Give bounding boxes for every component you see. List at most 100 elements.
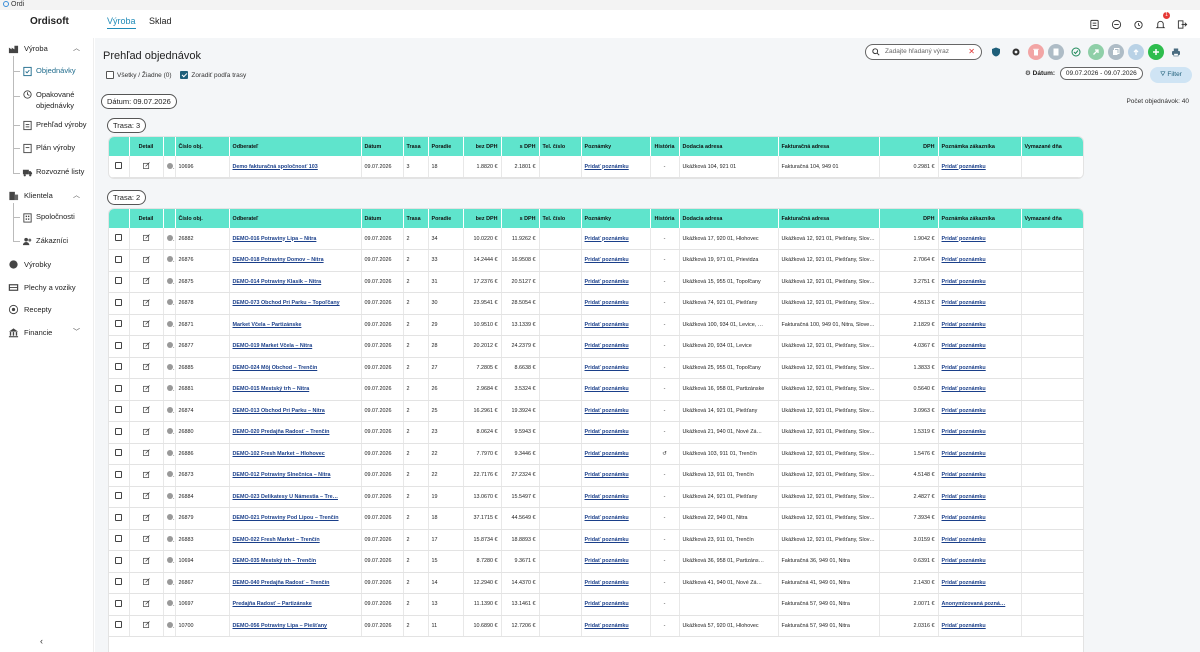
confirm-button[interactable] — [1068, 44, 1084, 60]
column-header[interactable]: Fakturačná adresa — [778, 137, 880, 156]
table-row[interactable]: 26876 DEMO-018 Potraviny Domov – Nitra 09.… — [109, 249, 1083, 272]
column-header[interactable]: Poradie — [428, 137, 464, 156]
column-header[interactable]: Dodacia adresa — [679, 209, 779, 228]
column-header[interactable]: Fakturačná adresa — [778, 209, 880, 228]
customer-link[interactable]: DEMO-035 Mestský trh – Trenčín — [233, 558, 317, 564]
notes-link[interactable]: Pridať poznámku — [585, 279, 629, 285]
table-row[interactable]: 26867 DEMO-040 Predajňa Radosť – Trenčín 0… — [109, 572, 1083, 594]
customer-note[interactable]: Pridať poznámku — [938, 443, 1022, 465]
column-header[interactable]: Poznámky — [581, 209, 651, 228]
notes-link[interactable]: Pridať poznámku — [585, 494, 629, 500]
customer-note-link[interactable]: Pridať poznámku — [942, 257, 986, 263]
notes-link[interactable]: Pridať poznámku — [585, 343, 629, 349]
detail-cell[interactable] — [129, 156, 164, 178]
detail-cell[interactable] — [129, 378, 164, 401]
row-checkbox[interactable] — [115, 406, 123, 414]
table-row[interactable]: 26877 DEMO-019 Market Včela – Nitra 09.07.… — [109, 335, 1083, 358]
detail-cell[interactable] — [129, 593, 164, 616]
notes[interactable]: Pridať poznámku — [581, 550, 651, 573]
customer[interactable]: DEMO-020 Predajňa Radosť – Trenčín — [229, 421, 362, 444]
customer-note[interactable]: Pridať poznámku — [938, 378, 1022, 401]
notes[interactable]: Pridať poznámku — [581, 314, 651, 336]
notes[interactable]: Pridať poznámku — [581, 271, 651, 293]
customer-note-link[interactable]: Pridať poznámku — [942, 429, 986, 435]
customer[interactable]: DEMO-040 Predajňa Radosť – Trenčín — [229, 572, 362, 594]
customer-link[interactable]: DEMO-040 Predajňa Radosť – Trenčín — [233, 580, 330, 586]
customer-note[interactable]: Pridať poznámku — [938, 228, 1022, 250]
edit-icon[interactable] — [142, 341, 150, 349]
customer-note[interactable]: Pridať poznámku — [938, 292, 1022, 315]
notes[interactable]: Pridať poznámku — [581, 156, 651, 178]
settings-button[interactable] — [1008, 44, 1024, 60]
column-header[interactable]: Trasa — [403, 137, 429, 156]
customer-note[interactable]: Pridať poznámku — [938, 464, 1022, 487]
column-header[interactable]: Dátum — [361, 137, 404, 156]
notes-link[interactable]: Pridať poznámku — [585, 558, 629, 564]
notes-link[interactable]: Pridať poznámku — [585, 164, 629, 170]
row-checkbox-cell[interactable] — [109, 314, 130, 336]
notes-link[interactable]: Pridať poznámku — [585, 537, 629, 543]
detail-cell[interactable] — [129, 550, 164, 573]
customer-link[interactable]: DEMO-020 Predajňa Radosť – Trenčín — [233, 429, 330, 435]
row-checkbox[interactable] — [115, 384, 123, 392]
customer-note[interactable]: Pridať poznámku — [938, 486, 1022, 508]
customer-note-link[interactable]: Pridať poznámku — [942, 451, 986, 457]
column-header[interactable]: Poznámka zákazníka — [938, 137, 1022, 156]
notes-icon[interactable] — [1089, 17, 1100, 30]
customer-link[interactable]: DEMO-022 Fresh Market – Trenčín — [233, 537, 320, 543]
nav-sklad[interactable]: Sklad — [149, 16, 172, 28]
customer[interactable]: DEMO-018 Potraviny Domov – Nitra — [229, 249, 362, 272]
edit-icon[interactable] — [142, 320, 150, 328]
row-checkbox-cell[interactable] — [109, 292, 130, 315]
customer[interactable]: Predajňa Radosť – Partizánske — [229, 593, 362, 616]
detail-cell[interactable] — [129, 464, 164, 487]
customer-note[interactable]: Pridať poznámku — [938, 550, 1022, 573]
customer-note-link[interactable]: Pridať poznámku — [942, 279, 986, 285]
column-header[interactable]: bez DPH — [463, 209, 502, 228]
edit-icon[interactable] — [142, 255, 150, 263]
column-header[interactable]: Dodacia adresa — [679, 137, 779, 156]
logout-icon[interactable] — [1177, 17, 1188, 29]
notes[interactable]: Pridať poznámku — [581, 572, 651, 594]
customer-note-link[interactable]: Pridať poznámku — [942, 494, 986, 500]
sidebar-item-vyroba[interactable]: Výroba — [8, 43, 48, 54]
sidebar-item-financie[interactable]: Financie — [8, 327, 52, 338]
notes-link[interactable]: Pridať poznámku — [585, 236, 629, 242]
row-checkbox[interactable] — [115, 470, 123, 478]
table-row[interactable]: 26879 DEMO-021 Potraviny Pod Lipou – Tren… — [109, 507, 1083, 530]
edit-icon[interactable] — [142, 621, 150, 629]
print-list-button[interactable] — [1048, 44, 1064, 60]
notes-link[interactable]: Pridať poznámku — [585, 300, 629, 306]
column-header[interactable] — [163, 209, 176, 228]
edit-icon[interactable] — [142, 599, 150, 607]
column-header[interactable] — [109, 137, 130, 156]
customer-link[interactable]: Predajňa Radosť – Partizánske — [233, 601, 312, 607]
gear-icon[interactable]: ⚙ — [1025, 70, 1031, 77]
customer-note[interactable]: Pridať poznámku — [938, 271, 1022, 293]
edit-icon[interactable] — [142, 298, 150, 306]
row-checkbox[interactable] — [115, 535, 123, 543]
table-row[interactable]: 26878 DEMO-073 Obchod Pri Parku – Topoľča… — [109, 292, 1083, 315]
customer[interactable]: DEMO-019 Market Včela – Nitra — [229, 335, 362, 358]
detail-cell[interactable] — [129, 314, 164, 336]
detail-cell[interactable] — [129, 507, 164, 530]
nav-vyroba[interactable]: Výroba — [107, 16, 136, 29]
customer-note-link[interactable]: Pridať poznámku — [942, 558, 986, 564]
row-checkbox-cell[interactable] — [109, 335, 130, 358]
notes[interactable]: Pridať poznámku — [581, 378, 651, 401]
notes[interactable]: Pridať poznámku — [581, 443, 651, 465]
notes-link[interactable]: Pridať poznámku — [585, 365, 629, 371]
select-all-checkbox[interactable] — [106, 71, 114, 79]
edit-icon[interactable] — [142, 535, 150, 543]
table-row[interactable]: 26873 DEMO-012 Potraviny Slnečnica – Nitr… — [109, 464, 1083, 487]
print-button[interactable] — [1168, 44, 1184, 60]
column-header[interactable]: Tel. číslo — [539, 209, 582, 228]
edit-icon[interactable] — [142, 449, 150, 457]
customer-link[interactable]: DEMO-023 Delikatesy U Námestia – Tre… — [233, 494, 338, 500]
sidebar-item-opakovane[interactable]: Opakované objednávky — [22, 89, 92, 111]
row-checkbox[interactable] — [115, 162, 123, 169]
detail-cell[interactable] — [129, 249, 164, 272]
customer-note-link[interactable]: Pridať poznámku — [942, 408, 986, 414]
column-header[interactable]: História — [650, 209, 680, 228]
sort-by-route-checkbox[interactable] — [180, 71, 189, 79]
